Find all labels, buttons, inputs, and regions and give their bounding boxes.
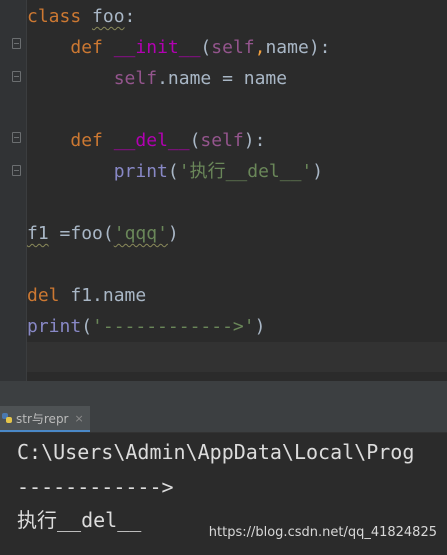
fold-marker-icon[interactable] xyxy=(12,132,21,143)
console-line-1: C:\Users\Admin\AppData\Local\Prog xyxy=(17,440,415,464)
keyword: def xyxy=(70,130,103,151)
python-icon xyxy=(2,413,12,423)
run-tool-window-tabs: str与repr × xyxy=(0,406,447,433)
code-line-8[interactable]: f1 =foo('qqq') xyxy=(27,219,179,249)
punctuation: ( xyxy=(189,130,201,151)
string-literal: '------------>' xyxy=(92,316,255,337)
run-tab-str-repr[interactable]: str与repr × xyxy=(0,406,90,432)
current-line-highlight xyxy=(27,342,447,372)
statement: f1.name xyxy=(59,285,147,306)
code-line-3[interactable]: self.name = name xyxy=(27,64,287,94)
operator: = xyxy=(48,223,71,244)
punctuation: , xyxy=(254,37,266,58)
punctuation: ( xyxy=(200,37,212,58)
run-tab-label: str与repr xyxy=(16,411,69,426)
punctuation: ) xyxy=(167,223,179,244)
class-name: foo xyxy=(92,6,125,27)
builtin-print: print xyxy=(27,316,82,337)
code-line-10[interactable]: del f1.name xyxy=(27,281,146,311)
self-param: self xyxy=(211,37,255,58)
punctuation: ): xyxy=(243,130,266,151)
punctuation: ) xyxy=(312,161,324,182)
punctuation: ( xyxy=(167,161,179,182)
keyword: del xyxy=(27,285,60,306)
editor-gutter xyxy=(0,0,26,381)
variable: f1 xyxy=(27,223,49,244)
watermark-url: https://blog.csdn.net/qq_41824825 xyxy=(208,525,437,540)
statement: .name = name xyxy=(157,68,288,89)
self-param: self xyxy=(200,130,244,151)
console-line-2: ------------> xyxy=(17,475,174,499)
punctuation: ): xyxy=(308,37,331,58)
code-line-5[interactable]: def __del__(self): xyxy=(27,126,265,156)
keyword: def xyxy=(70,37,103,58)
param: name xyxy=(265,37,309,58)
builtin-print: print xyxy=(113,161,168,182)
panel-divider[interactable] xyxy=(0,381,447,406)
code-line-6[interactable]: print('执行__del__') xyxy=(27,157,323,187)
code-line-1[interactable]: class foo: xyxy=(27,2,135,32)
fold-marker-icon[interactable] xyxy=(12,38,21,49)
function-name: __del__ xyxy=(113,130,190,151)
function-name: __init__ xyxy=(113,37,201,58)
punctuation: ) xyxy=(254,316,266,337)
close-icon[interactable]: × xyxy=(75,412,84,425)
code-editor[interactable]: class foo: def __init__(self,name): self… xyxy=(0,0,447,381)
string-literal: 'qqq' xyxy=(113,223,168,244)
call: foo( xyxy=(70,223,114,244)
keyword: class xyxy=(27,6,82,27)
fold-marker-icon[interactable] xyxy=(12,165,21,176)
punctuation: ( xyxy=(81,316,93,337)
self-ref: self xyxy=(113,68,158,89)
punctuation: : xyxy=(124,6,136,27)
code-line-11[interactable]: print('------------>') xyxy=(27,312,265,342)
string-literal: '执行__del__' xyxy=(178,161,313,182)
code-line-2[interactable]: def __init__(self,name): xyxy=(27,33,331,63)
fold-marker-icon[interactable] xyxy=(12,71,21,82)
console-line-3: 执行__del__ xyxy=(17,508,142,532)
